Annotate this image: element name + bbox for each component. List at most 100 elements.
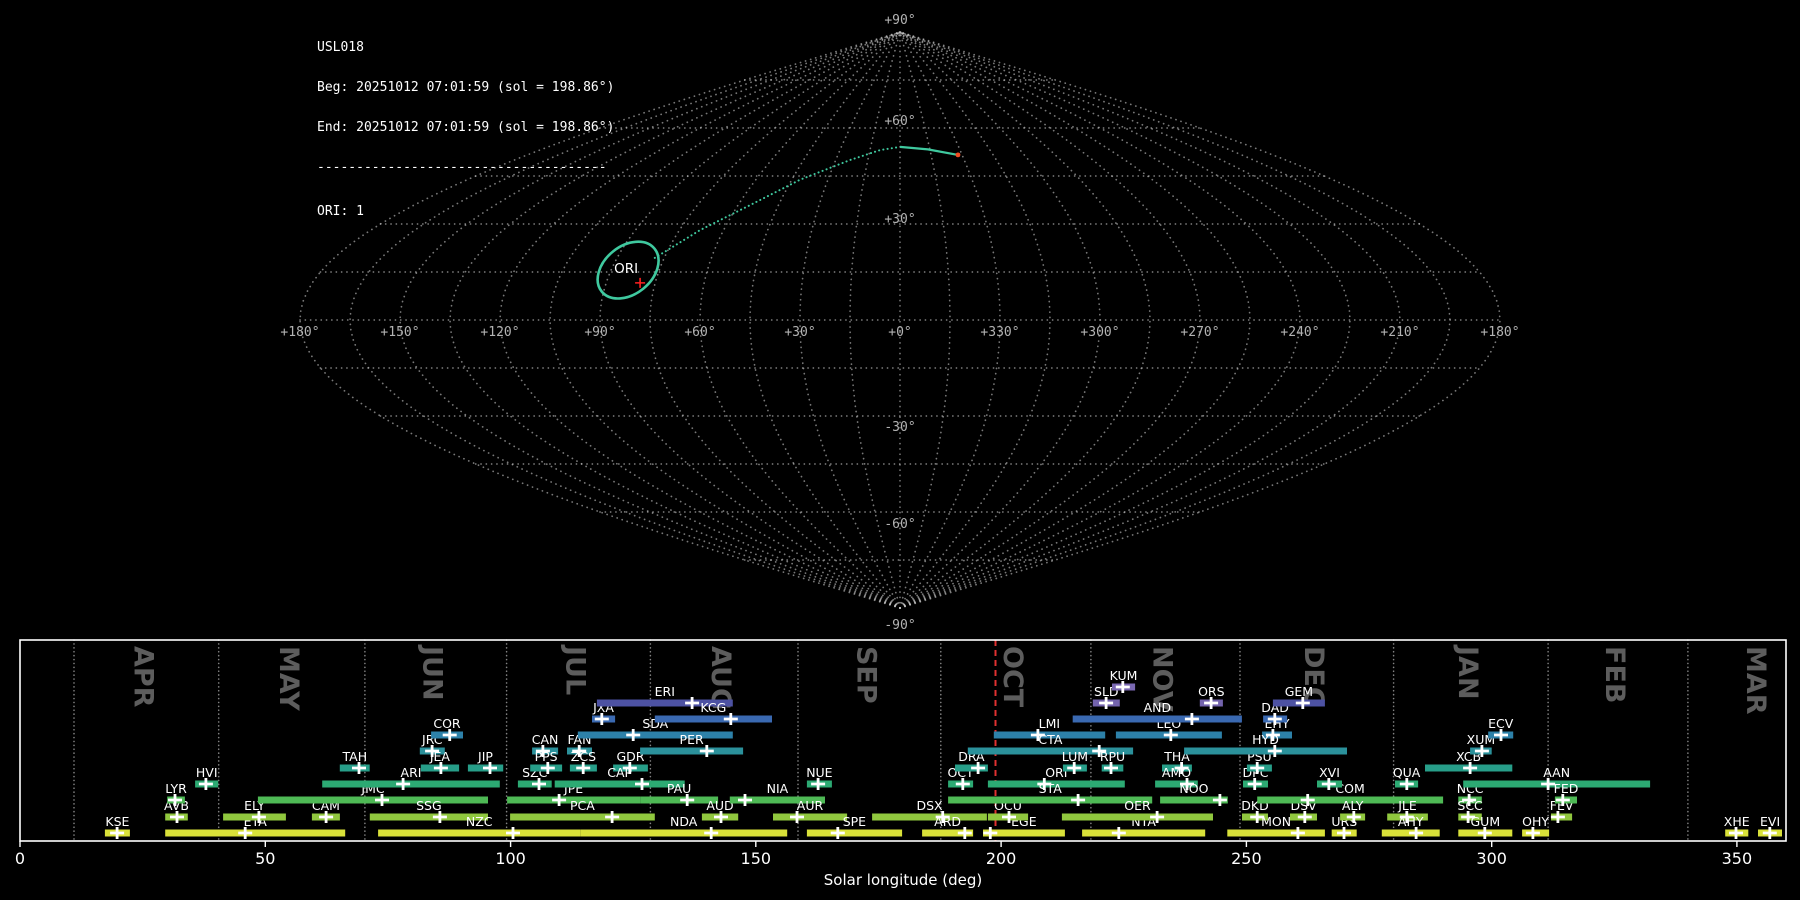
shower-label-ZCS: ZCS bbox=[571, 749, 596, 764]
shower-label-ECV: ECV bbox=[1488, 716, 1514, 731]
activity-timeline-chart: APRMAYJUNJULAUGSEPOCTNOVDECJANFEBMARKSEA… bbox=[15, 640, 1786, 889]
map-lon-label-6: +0° bbox=[888, 325, 911, 340]
separator-line: ------------------------------------- bbox=[317, 161, 614, 174]
shower-bar-NZC bbox=[378, 830, 580, 837]
map-lat-label-1: +60° bbox=[884, 114, 915, 129]
shower-bar-JMC bbox=[258, 797, 488, 804]
shower-bar-STA bbox=[948, 797, 1152, 804]
month-label-MAY: MAY bbox=[273, 646, 304, 711]
map-lon-label-1: +150° bbox=[380, 325, 419, 340]
map-lat-label-4: -60° bbox=[884, 517, 915, 532]
month-label-JUN: JUN bbox=[417, 644, 448, 701]
shower-label-QUA: QUA bbox=[1393, 765, 1421, 780]
shower-label-XVI: XVI bbox=[1319, 765, 1340, 780]
shower-label-XHE: XHE bbox=[1724, 814, 1750, 829]
shower-label-LUM: LUM bbox=[1062, 749, 1088, 764]
shower-label-COR: COR bbox=[433, 716, 461, 731]
x-tick-label-200: 200 bbox=[986, 849, 1017, 868]
shower-label-AHY: AHY bbox=[1398, 814, 1424, 829]
begin-time-line: Beg: 20251012 07:01:59 (sol = 198.86°) bbox=[317, 81, 614, 94]
shower-peak-NDA bbox=[704, 827, 718, 839]
shower-label-AMO: AMO bbox=[1162, 765, 1191, 780]
shower-bar-AND bbox=[1073, 716, 1242, 723]
shower-label-AUR: AUR bbox=[797, 798, 824, 813]
shower-peak-EGE bbox=[983, 827, 997, 839]
shower-label-CAN: CAN bbox=[532, 732, 559, 747]
shower-label-JIP: JIP bbox=[477, 749, 493, 764]
shower-peak-MON bbox=[1291, 827, 1305, 839]
radiant-cross-marker bbox=[635, 278, 645, 288]
shower-label-ERI: ERI bbox=[655, 684, 675, 699]
shower-label-PER: PER bbox=[680, 732, 704, 747]
map-lat-label-3: -30° bbox=[884, 420, 915, 435]
shower-label-CAP: CAP bbox=[607, 765, 632, 780]
x-tick-label-300: 300 bbox=[1476, 849, 1507, 868]
shower-label-NOO: NOO bbox=[1179, 781, 1208, 796]
shower-bar-NTA bbox=[1082, 830, 1205, 837]
shower-label-ARD: ARD bbox=[934, 814, 961, 829]
shower-label-NZC: NZC bbox=[466, 814, 493, 829]
month-label-APR: APR bbox=[127, 646, 158, 708]
map-meridian--75 bbox=[900, 32, 1150, 608]
shower-label-AUD: AUD bbox=[706, 798, 733, 813]
shower-label-KSE: KSE bbox=[105, 814, 129, 829]
map-meridian--180 bbox=[900, 32, 1500, 608]
shower-label-SPE: SPE bbox=[843, 814, 866, 829]
shower-bar-MON bbox=[1227, 830, 1325, 837]
x-tick-label-150: 150 bbox=[741, 849, 772, 868]
map-lon-label-9: +270° bbox=[1180, 325, 1219, 340]
plot-canvas: +180°+150°+120°+90°+60°+30°+0°+330°+300°… bbox=[0, 0, 1800, 900]
map-lon-label-7: +330° bbox=[980, 325, 1019, 340]
radiant-drift-dotted bbox=[655, 147, 900, 258]
map-lon-label-10: +240° bbox=[1280, 325, 1319, 340]
shower-label-NIA: NIA bbox=[767, 781, 789, 796]
shower-bar-KCG bbox=[655, 716, 772, 723]
shower-label-LMI: LMI bbox=[1039, 716, 1060, 731]
x-tick-label-50: 50 bbox=[255, 849, 275, 868]
shower-peak-NOO bbox=[1213, 794, 1227, 806]
shower-peak-SDA bbox=[626, 729, 640, 741]
shower-peak-AND bbox=[1185, 713, 1199, 725]
shower-label-ALY: ALY bbox=[1342, 798, 1364, 813]
shower-bar-OER bbox=[1062, 814, 1213, 821]
radiant-label-ORI: ORI bbox=[614, 261, 638, 277]
shower-label-ORS: ORS bbox=[1198, 684, 1225, 699]
shower-label-MON: MON bbox=[1261, 814, 1291, 829]
month-label-JUL: JUL bbox=[560, 644, 591, 695]
shower-label-TAH: TAH bbox=[341, 749, 367, 764]
shower-label-AND: AND bbox=[1144, 700, 1172, 715]
shower-peak-ERI bbox=[685, 697, 699, 709]
shower-bar-AUR bbox=[773, 814, 847, 821]
info-header: USL018 Beg: 20251012 07:01:59 (sol = 198… bbox=[317, 14, 614, 245]
meteor-shower-plot: +180°+150°+120°+90°+60°+30°+0°+330°+300°… bbox=[0, 0, 1800, 900]
shower-label-NDA: NDA bbox=[670, 814, 698, 829]
shower-label-LYR: LYR bbox=[165, 781, 187, 796]
shower-label-OER: OER bbox=[1124, 798, 1151, 813]
shower-label-AAN: AAN bbox=[1543, 765, 1570, 780]
shower-peak-CAP bbox=[635, 778, 649, 790]
shower-peak-PCA bbox=[605, 811, 619, 823]
station-id: USL018 bbox=[317, 41, 614, 54]
end-time-line: End: 20251012 07:01:59 (sol = 198.86°) bbox=[317, 121, 614, 134]
shower-label-EVI: EVI bbox=[1760, 814, 1780, 829]
map-lon-label-3: +90° bbox=[584, 325, 615, 340]
shower-label-STA: STA bbox=[1039, 781, 1063, 796]
shower-label-CTA: CTA bbox=[1038, 732, 1062, 747]
x-tick-label-100: 100 bbox=[495, 849, 526, 868]
x-tick-label-0: 0 bbox=[15, 849, 25, 868]
shower-peak-STA bbox=[1071, 794, 1085, 806]
shower-bar-ETA bbox=[165, 830, 345, 837]
x-axis-title: Solar longitude (deg) bbox=[824, 871, 982, 889]
shower-peak-NTA bbox=[1112, 827, 1126, 839]
month-label-JAN: JAN bbox=[1452, 644, 1483, 700]
shower-label-GEM: GEM bbox=[1285, 684, 1313, 699]
shower-bar-CAP bbox=[555, 781, 685, 788]
shower-label-HYD: HYD bbox=[1252, 732, 1279, 747]
month-label-OCT: OCT bbox=[997, 646, 1028, 708]
map-lon-label-8: +300° bbox=[1080, 325, 1119, 340]
shower-label-RPU: RPU bbox=[1100, 749, 1125, 764]
shower-label-GUM: GUM bbox=[1470, 814, 1500, 829]
map-lon-label-0: +180° bbox=[280, 325, 319, 340]
map-lat-label-2: +30° bbox=[884, 212, 915, 227]
map-lon-label-12: +180° bbox=[1480, 325, 1519, 340]
